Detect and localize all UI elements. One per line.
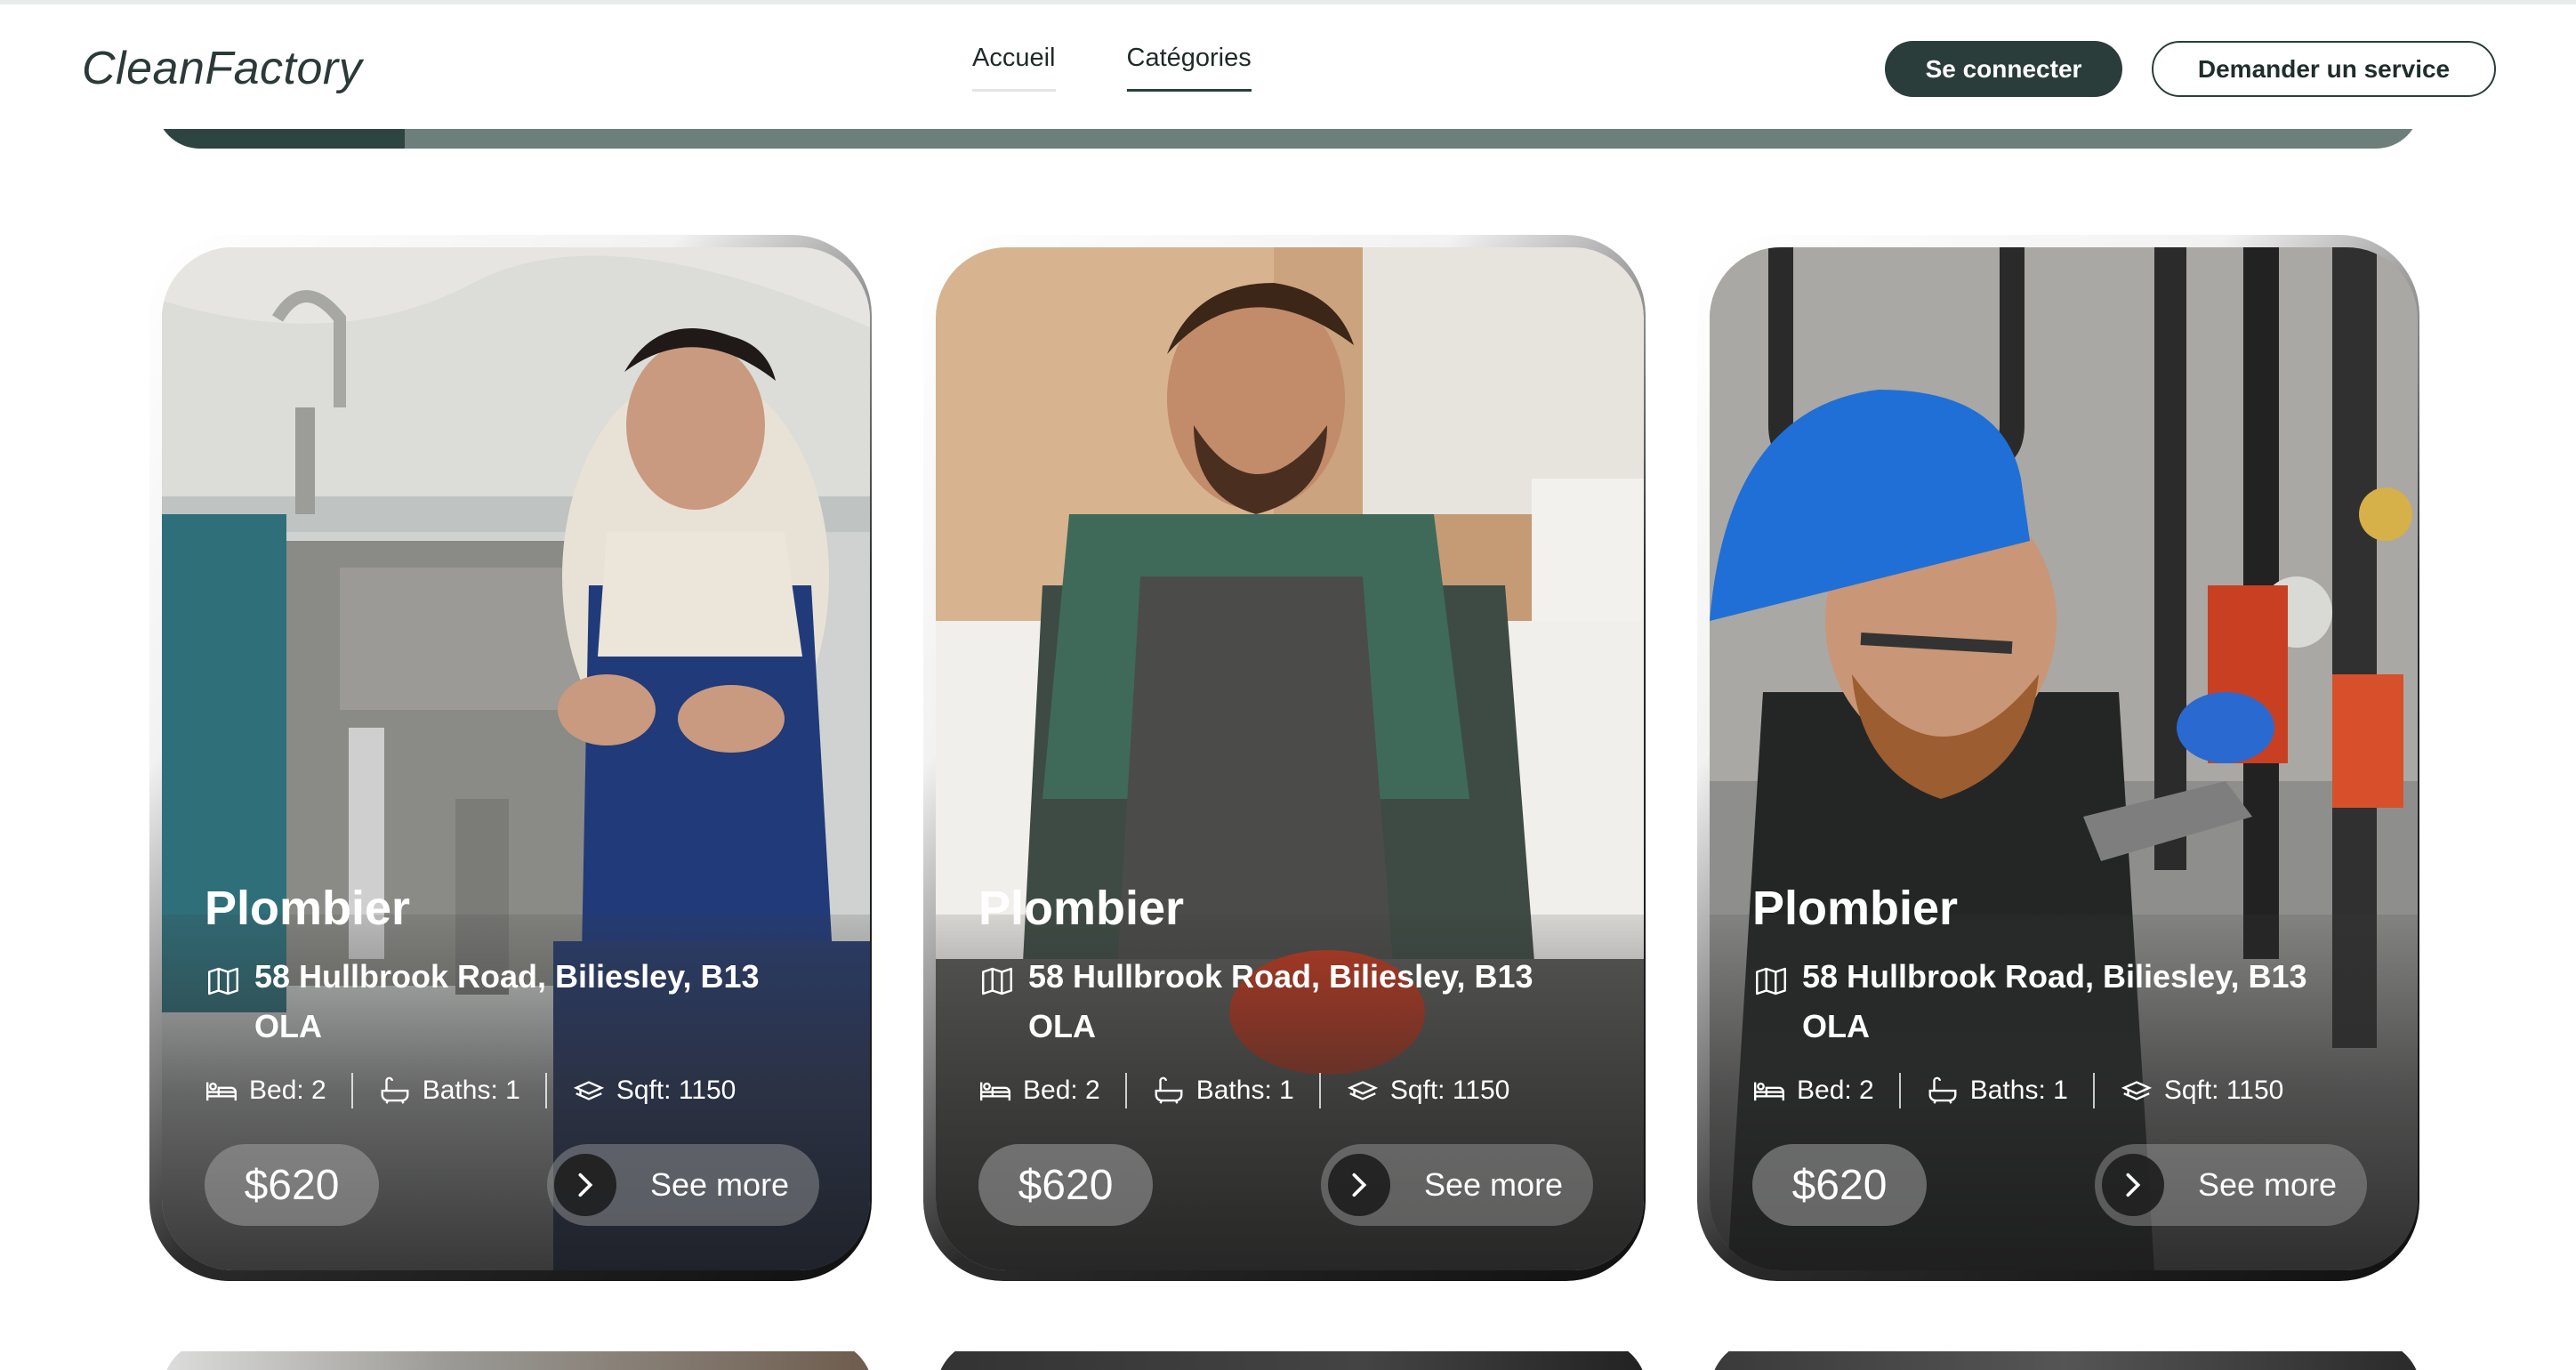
sqft-icon — [1347, 1081, 1378, 1100]
see-more-label: See more — [650, 1166, 790, 1203]
site-header: CleanFactory Accueil Catégories Se conne… — [0, 4, 2576, 129]
service-card-next-row[interactable] — [1710, 1339, 2421, 1370]
card-address: 58 Hullbrook Road, Biliesley, B13 OLA — [1752, 952, 2375, 1052]
feature-bed-label: Bed: 2 — [1797, 1076, 1874, 1105]
service-card-next-row[interactable] — [936, 1339, 1647, 1370]
feature-sqft: Sqft: 1150 — [2120, 1074, 2284, 1108]
brand-logo[interactable]: CleanFactory — [82, 42, 362, 95]
feature-bed-label: Bed: 2 — [249, 1076, 326, 1105]
main-nav: Accueil Catégories — [972, 44, 1252, 92]
map-icon — [1756, 967, 1786, 995]
service-card[interactable]: Plombier 58 Hullbrook Road, Biliesley, B… — [1697, 235, 2439, 1297]
feature-sqft-label: Sqft: 1150 — [2163, 1076, 2284, 1105]
price-badge: $620 — [978, 1144, 1153, 1226]
card-address: 58 Hullbrook Road, Biliesley, B13 OLA — [205, 952, 827, 1052]
feature-divider — [1318, 1073, 1321, 1108]
feature-bed: Bed: 2 — [1752, 1074, 1874, 1108]
feature-bed: Bed: 2 — [978, 1074, 1100, 1108]
address-text: 58 Hullbrook Road, Biliesley, B13 OLA — [1028, 958, 1534, 1044]
see-more-label: See more — [1424, 1166, 1564, 1203]
card-photo-partial — [936, 1351, 1647, 1370]
feature-divider — [1124, 1073, 1127, 1108]
see-more-label: See more — [2198, 1166, 2338, 1203]
card-body: Plombier 58 Hullbrook Road, Biliesley, B… — [162, 247, 870, 1270]
service-card-next-row[interactable] — [162, 1339, 873, 1370]
card-address: 58 Hullbrook Road, Biliesley, B13 OLA — [978, 952, 1601, 1052]
see-more-button[interactable]: See more — [2095, 1144, 2367, 1226]
bath-icon — [1928, 1076, 1957, 1104]
sqft-icon — [573, 1081, 604, 1100]
see-more-button[interactable]: See more — [1321, 1144, 1593, 1226]
feature-sqft-label: Sqft: 1150 — [1389, 1076, 1510, 1105]
chevron-right-icon — [2102, 1154, 2164, 1216]
feature-bed-label: Bed: 2 — [1023, 1076, 1100, 1105]
map-icon — [208, 967, 238, 995]
service-cards-grid: Plombier 58 Hullbrook Road, Biliesley, B… — [0, 0, 2576, 1370]
service-card[interactable]: Plombier 58 Hullbrook Road, Biliesley, B… — [923, 235, 1665, 1297]
feature-baths-label: Baths: 1 — [1195, 1076, 1294, 1105]
feature-baths: Baths: 1 — [1926, 1074, 2068, 1108]
bed-icon — [1753, 1082, 1785, 1101]
address-text: 58 Hullbrook Road, Biliesley, B13 OLA — [1802, 958, 2307, 1044]
address-text: 58 Hullbrook Road, Biliesley, B13 OLA — [254, 958, 760, 1044]
feature-divider — [350, 1073, 353, 1108]
card-body: Plombier 58 Hullbrook Road, Biliesley, B… — [936, 247, 1644, 1270]
bed-icon — [205, 1082, 237, 1101]
feature-divider — [2092, 1073, 2095, 1108]
sqft-icon — [2121, 1081, 2152, 1100]
service-card[interactable]: Plombier 58 Hullbrook Road, Biliesley, B… — [149, 235, 891, 1297]
feature-bed: Bed: 2 — [205, 1074, 326, 1108]
card-body: Plombier 58 Hullbrook Road, Biliesley, B… — [1710, 247, 2418, 1270]
price-badge: $620 — [1752, 1144, 1927, 1226]
map-icon — [982, 967, 1012, 995]
feature-baths-label: Baths: 1 — [1969, 1076, 2068, 1105]
feature-baths: Baths: 1 — [378, 1074, 520, 1108]
feature-sqft: Sqft: 1150 — [1346, 1074, 1510, 1108]
nav-item-categories[interactable]: Catégories — [1126, 44, 1252, 92]
chevron-right-icon — [1328, 1154, 1390, 1216]
nav-item-accueil[interactable]: Accueil — [972, 44, 1056, 92]
card-photo-partial — [1710, 1351, 2421, 1370]
card-features: Bed: 2 Baths: 1 Sqft: 1150 — [978, 1073, 1509, 1108]
chevron-right-icon — [554, 1154, 616, 1216]
feature-baths-label: Baths: 1 — [422, 1076, 520, 1105]
price-badge: $620 — [205, 1144, 379, 1226]
feature-sqft-label: Sqft: 1150 — [616, 1076, 737, 1105]
card-title: Plombier — [1752, 882, 1959, 935]
feature-baths: Baths: 1 — [1152, 1074, 1294, 1108]
card-title: Plombier — [205, 882, 411, 935]
card-photo-partial — [162, 1351, 873, 1370]
bath-icon — [1155, 1076, 1183, 1104]
see-more-button[interactable]: See more — [547, 1144, 819, 1226]
feature-divider — [1898, 1073, 1901, 1108]
login-button[interactable]: Se connecter — [1885, 41, 2122, 97]
request-service-button[interactable]: Demander un service — [2152, 41, 2496, 97]
card-features: Bed: 2 Baths: 1 Sqft: 1150 — [205, 1073, 736, 1108]
feature-divider — [544, 1073, 547, 1108]
feature-sqft: Sqft: 1150 — [572, 1074, 737, 1108]
bath-icon — [381, 1076, 409, 1104]
bed-icon — [979, 1082, 1011, 1101]
card-features: Bed: 2 Baths: 1 Sqft: 1150 — [1752, 1073, 2283, 1108]
card-title: Plombier — [978, 882, 1185, 935]
